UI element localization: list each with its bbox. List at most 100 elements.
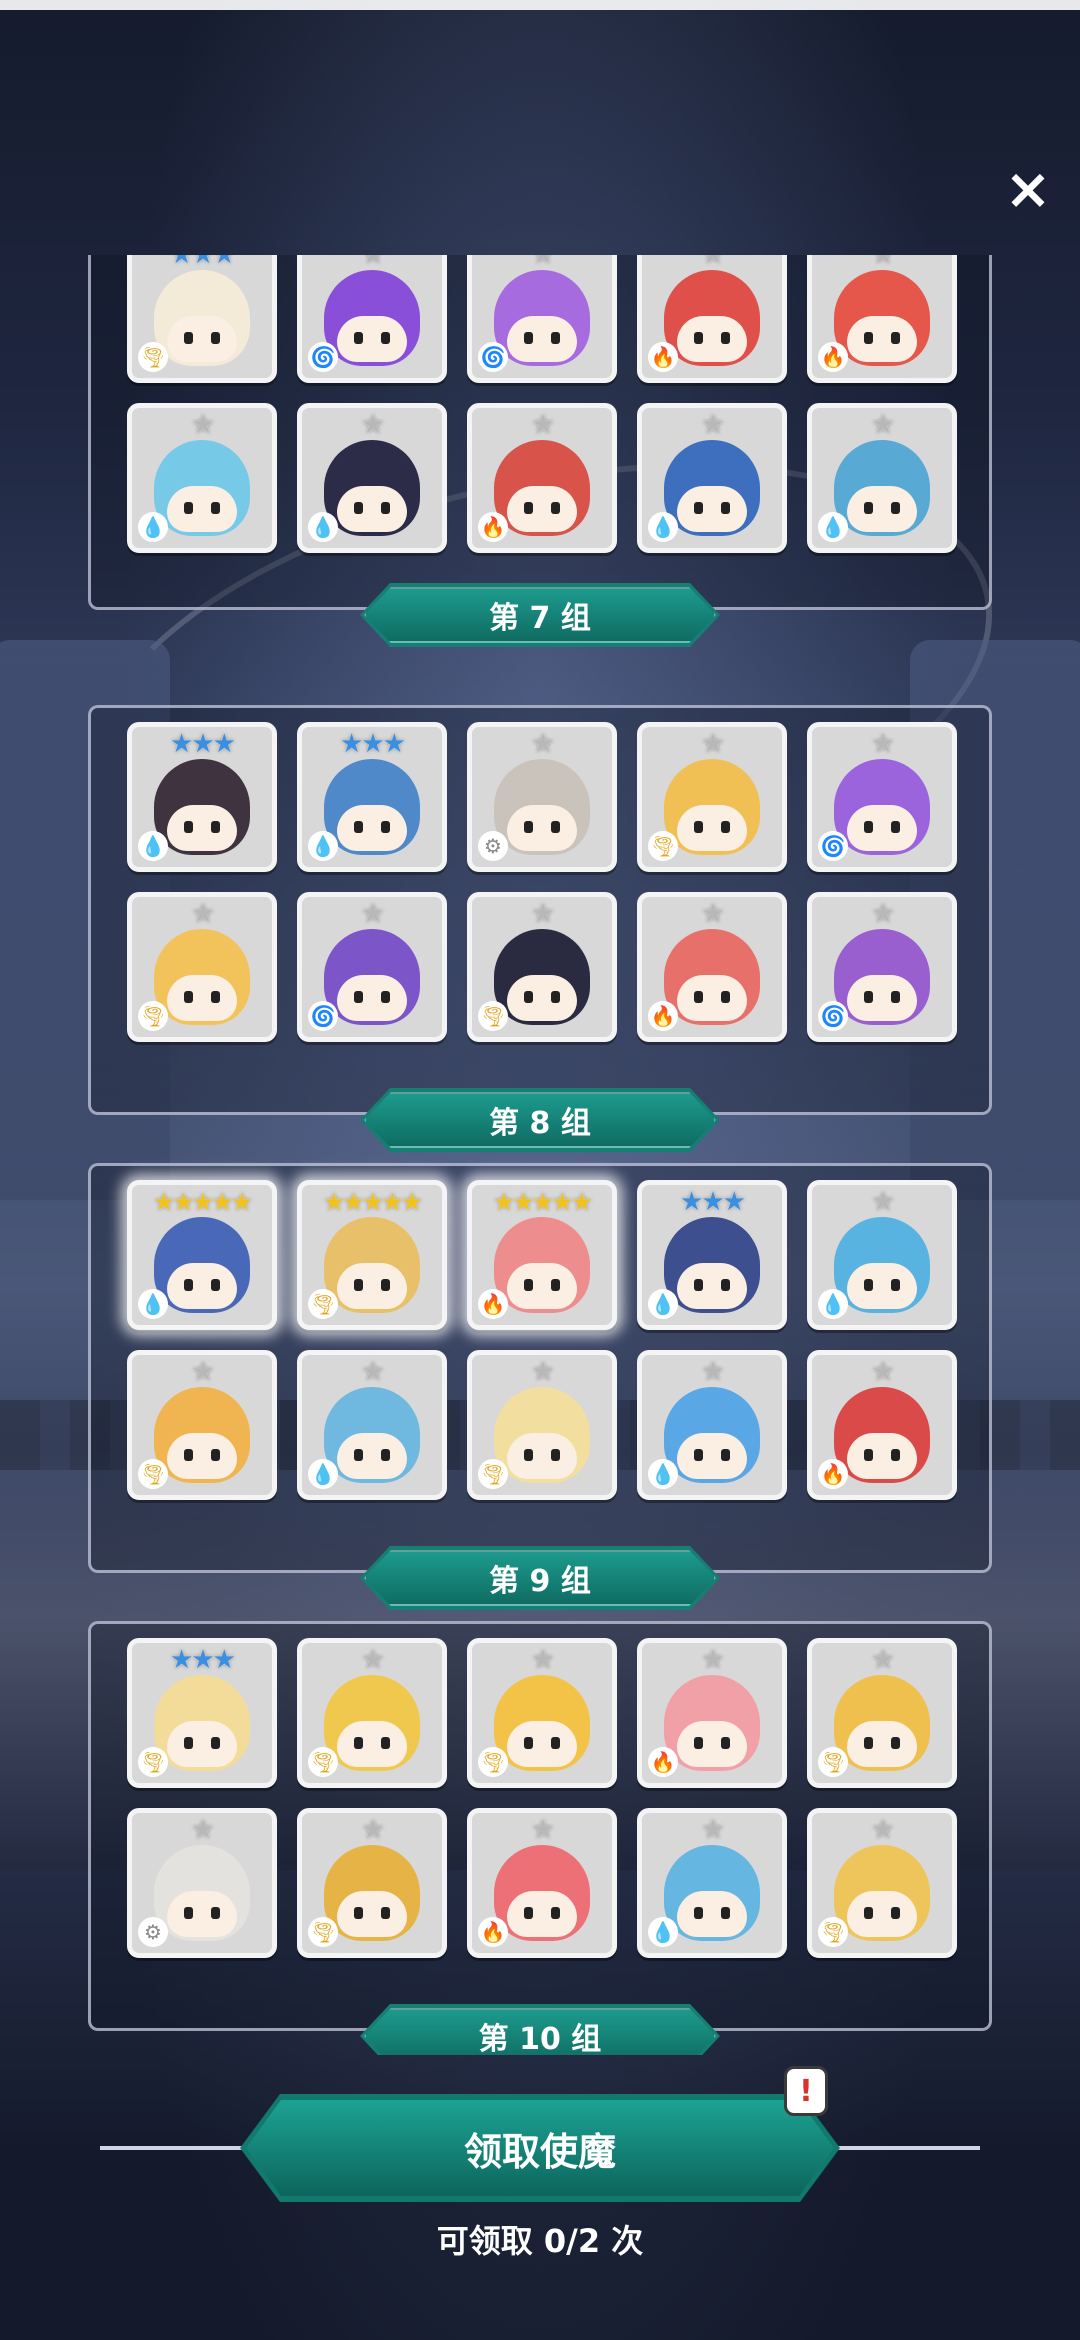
familiar-card[interactable]: ★ 🔥 bbox=[467, 403, 617, 553]
group-scroll-list[interactable]: ★★★ 🌪 ★ 🌀 ★ 🌀 ★ 🔥 ★ 🔥 ★ 💧 ★ 💧 ★ 🔥 ★ 💧 ★ 💧 第 7 组 ★★★ 💧 ★★★ 💧 ★ ⚙ ★ 🌪 ★… bbox=[0, 255, 1080, 2055]
group-label: 第 9 组 bbox=[360, 1546, 720, 1610]
star-rating: ★ bbox=[531, 255, 554, 270]
familiar-card[interactable]: ★ 💧 bbox=[637, 1808, 787, 1958]
familiar-face bbox=[677, 1721, 747, 1767]
familiar-portrait bbox=[834, 270, 930, 366]
familiar-card[interactable]: ★★★ 💧 bbox=[297, 722, 447, 872]
familiar-card[interactable]: ★ 💧 bbox=[637, 1350, 787, 1500]
familiar-face bbox=[507, 1721, 577, 1767]
familiar-face bbox=[507, 1263, 577, 1309]
group-label-text: 第 9 组 bbox=[489, 1564, 591, 1599]
star-rating: ★ bbox=[531, 1645, 554, 1675]
group-panel: ★★★ 🌪 ★ 🌪 ★ 🌪 ★ 🔥 ★ 🌪 ★ ⚙ ★ 🌪 ★ 🔥 ★ 💧 ★ 🌪 第 10 组 bbox=[88, 1621, 992, 2031]
familiar-card[interactable]: ★ 💧 bbox=[297, 403, 447, 553]
star-rating: ★ bbox=[531, 729, 554, 759]
familiar-grid: ★★★ 🌪 ★ 🌀 ★ 🌀 ★ 🔥 ★ 🔥 ★ 💧 ★ 💧 ★ 🔥 ★ 💧 ★ 💧 bbox=[127, 255, 957, 553]
familiar-card[interactable]: ★ 💧 bbox=[807, 403, 957, 553]
familiar-card[interactable]: ★ 🔥 bbox=[637, 255, 787, 383]
close-button[interactable]: × bbox=[1004, 162, 1052, 218]
familiar-portrait bbox=[154, 759, 250, 855]
familiar-face bbox=[507, 805, 577, 851]
familiar-card[interactable]: ★ 🌪 bbox=[467, 892, 617, 1042]
familiar-card[interactable]: ★ 🔥 bbox=[807, 1350, 957, 1500]
familiar-card[interactable]: ★ 💧 bbox=[637, 403, 787, 553]
star-rating: ★ bbox=[701, 1357, 724, 1387]
fire-element-icon: 🔥 bbox=[818, 342, 848, 372]
familiar-face bbox=[167, 486, 237, 532]
familiar-face bbox=[847, 486, 917, 532]
claim-button-label: 领取使魔 bbox=[463, 2129, 616, 2174]
star-rating: ★ bbox=[361, 255, 384, 270]
familiar-portrait bbox=[494, 1387, 590, 1483]
familiar-card[interactable]: ★ 🌪 bbox=[467, 1350, 617, 1500]
familiar-card[interactable]: ★ 💧 bbox=[807, 1180, 957, 1330]
familiar-face bbox=[847, 316, 917, 362]
star-rating: ★ bbox=[361, 1357, 384, 1387]
star-rating: ★★★ bbox=[680, 1187, 746, 1217]
familiar-card[interactable]: ★ 🔥 bbox=[807, 255, 957, 383]
familiar-portrait bbox=[664, 759, 760, 855]
star-rating: ★ bbox=[871, 1187, 894, 1217]
star-rating: ★★★ bbox=[340, 729, 406, 759]
star-rating: ★ bbox=[871, 410, 894, 440]
familiar-card[interactable]: ★ 🌀 bbox=[807, 892, 957, 1042]
familiar-card[interactable]: ★ 🔥 bbox=[637, 1638, 787, 1788]
familiar-card[interactable]: ★ 🌪 bbox=[127, 1350, 277, 1500]
familiar-card[interactable]: ★★★★★ 💧 bbox=[127, 1180, 277, 1330]
familiar-card[interactable]: ★ 💧 bbox=[297, 1350, 447, 1500]
familiar-card[interactable]: ★ 🌀 bbox=[297, 255, 447, 383]
familiar-card[interactable]: ★ ⚙ bbox=[127, 1808, 277, 1958]
familiar-portrait bbox=[494, 929, 590, 1025]
familiar-portrait bbox=[154, 1675, 250, 1771]
familiar-card[interactable]: ★★★★★ 🔥 bbox=[467, 1180, 617, 1330]
familiar-portrait bbox=[834, 1845, 930, 1941]
familiar-portrait bbox=[834, 1387, 930, 1483]
familiar-card[interactable]: ★★★ 💧 bbox=[127, 722, 277, 872]
familiar-card[interactable]: ★ ⚙ bbox=[467, 722, 617, 872]
star-rating: ★ bbox=[871, 1357, 894, 1387]
familiar-card[interactable]: ★ 💧 bbox=[127, 403, 277, 553]
familiar-portrait bbox=[664, 929, 760, 1025]
familiar-card[interactable]: ★ 🔥 bbox=[637, 892, 787, 1042]
group-label-text: 第 10 组 bbox=[478, 2022, 602, 2055]
familiar-portrait bbox=[154, 1845, 250, 1941]
group-label: 第 10 组 bbox=[360, 2004, 720, 2055]
claim-familiar-button[interactable]: 领取使魔 bbox=[240, 2094, 840, 2202]
familiar-face bbox=[337, 1263, 407, 1309]
star-rating: ★ bbox=[361, 1815, 384, 1845]
familiar-card[interactable]: ★★★ 🌪 bbox=[127, 1638, 277, 1788]
familiar-card[interactable]: ★ 🌪 bbox=[467, 1638, 617, 1788]
familiar-portrait bbox=[324, 759, 420, 855]
familiar-card[interactable]: ★ 🔥 bbox=[467, 1808, 617, 1958]
familiar-card[interactable]: ★ 🌪 bbox=[637, 722, 787, 872]
familiar-portrait bbox=[154, 440, 250, 536]
familiar-card[interactable]: ★★★ 🌪 bbox=[127, 255, 277, 383]
familiar-card[interactable]: ★ 🌪 bbox=[807, 1638, 957, 1788]
familiar-card[interactable]: ★ 🌪 bbox=[807, 1808, 957, 1958]
star-rating: ★★★ bbox=[170, 729, 236, 759]
dark-element-icon: 🌀 bbox=[478, 342, 508, 372]
familiar-face bbox=[507, 1891, 577, 1937]
water-element-icon: 💧 bbox=[138, 831, 168, 861]
close-icon: × bbox=[1004, 157, 1052, 222]
familiar-card[interactable]: ★★★★★ 🌪 bbox=[297, 1180, 447, 1330]
water-element-icon: 💧 bbox=[138, 1289, 168, 1319]
star-rating: ★★★ bbox=[170, 1645, 236, 1675]
familiar-face bbox=[677, 486, 747, 532]
star-rating: ★★★★★ bbox=[493, 1188, 593, 1216]
familiar-card[interactable]: ★ 🌪 bbox=[297, 1808, 447, 1958]
familiar-portrait bbox=[664, 1387, 760, 1483]
familiar-portrait bbox=[324, 1675, 420, 1771]
familiar-portrait bbox=[154, 929, 250, 1025]
familiar-portrait bbox=[834, 1675, 930, 1771]
familiar-card[interactable]: ★ 🌀 bbox=[467, 255, 617, 383]
star-rating: ★ bbox=[531, 1815, 554, 1845]
star-rating: ★ bbox=[701, 410, 724, 440]
familiar-card[interactable]: ★ 🌀 bbox=[297, 892, 447, 1042]
familiar-card[interactable]: ★ 🌪 bbox=[297, 1638, 447, 1788]
familiar-card[interactable]: ★ 🌪 bbox=[127, 892, 277, 1042]
familiar-face bbox=[847, 805, 917, 851]
familiar-card[interactable]: ★★★ 💧 bbox=[637, 1180, 787, 1330]
familiar-card[interactable]: ★ 🌀 bbox=[807, 722, 957, 872]
familiar-face bbox=[507, 316, 577, 362]
